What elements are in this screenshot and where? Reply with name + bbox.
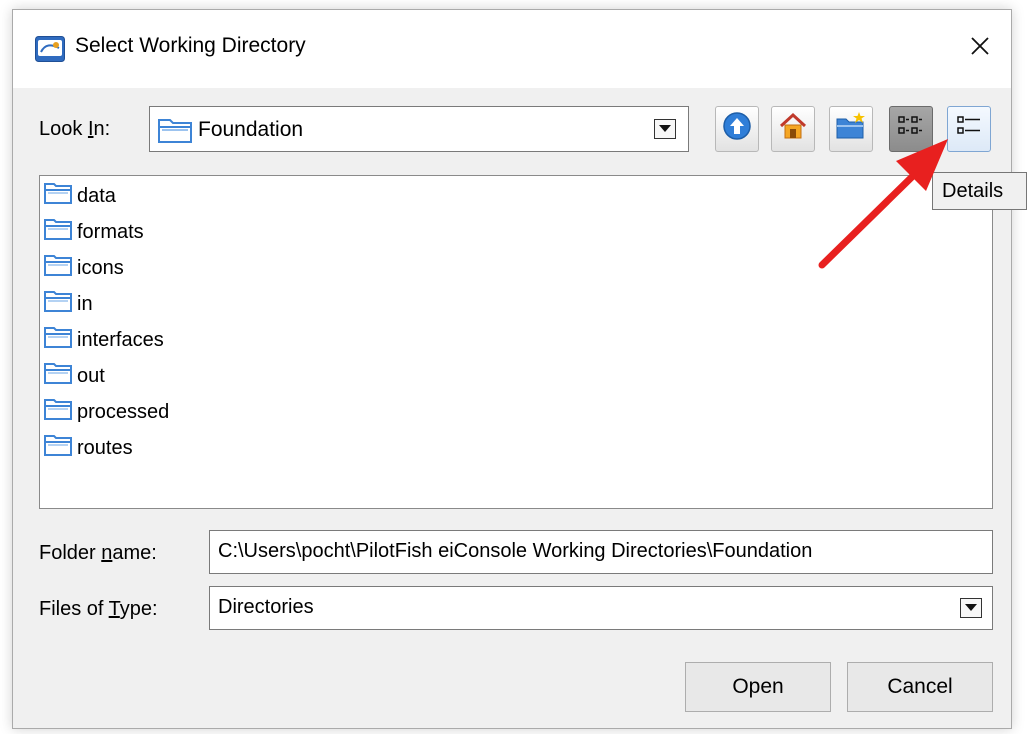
chevron-down-icon[interactable] [654, 119, 676, 139]
list-item[interactable]: data [44, 180, 116, 212]
list-item[interactable]: interfaces [44, 324, 164, 356]
folder-icon [44, 362, 72, 390]
annotation-arrow-icon [800, 125, 960, 281]
folder-icon [44, 434, 72, 462]
list-item[interactable]: routes [44, 432, 133, 464]
up-one-level-button[interactable] [715, 106, 759, 152]
files-of-type-dropdown[interactable]: Directories [209, 586, 993, 630]
folder-icon [44, 218, 72, 246]
list-item[interactable]: out [44, 360, 105, 392]
list-item-label: routes [77, 436, 133, 459]
list-item[interactable]: in [44, 288, 93, 320]
list-item-label: processed [77, 400, 170, 423]
folder-icon [44, 290, 72, 318]
dialog-title: Select Working Directory [75, 34, 306, 57]
close-button[interactable] [949, 10, 1011, 88]
list-item-label: out [77, 364, 105, 387]
cancel-button[interactable]: Cancel [847, 662, 993, 712]
close-icon [970, 36, 990, 62]
title-bar: Select Working Directory [13, 10, 1011, 88]
list-item-label: data [77, 184, 116, 207]
list-item-label: in [77, 292, 93, 315]
list-item-label: interfaces [77, 328, 164, 351]
select-working-directory-dialog: Select Working Directory Look In: Founda… [12, 9, 1012, 729]
list-item[interactable]: processed [44, 396, 169, 428]
folder-icon [44, 326, 72, 354]
look-in-label: Look In: [39, 118, 111, 140]
folder-name-input[interactable]: C:\Users\pocht\PilotFish eiConsole Worki… [209, 530, 993, 574]
chevron-down-icon[interactable] [960, 598, 982, 618]
folder-icon [44, 254, 72, 282]
files-of-type-value: Directories [218, 596, 314, 618]
list-item-label: icons [77, 256, 124, 279]
folder-icon [44, 182, 72, 210]
folder-icon [44, 398, 72, 426]
list-item-label: formats [77, 220, 144, 243]
open-button[interactable]: Open [685, 662, 831, 712]
look-in-value: Foundation [198, 118, 304, 141]
list-item[interactable]: formats [44, 216, 144, 248]
folder-name-label: Folder name: [39, 542, 157, 564]
folder-icon [158, 117, 192, 149]
files-of-type-label: Files of Type: [39, 598, 158, 620]
app-icon [35, 36, 65, 62]
up-arrow-icon [722, 111, 752, 147]
list-item[interactable]: icons [44, 252, 124, 284]
look-in-dropdown[interactable]: Foundation [149, 106, 689, 152]
